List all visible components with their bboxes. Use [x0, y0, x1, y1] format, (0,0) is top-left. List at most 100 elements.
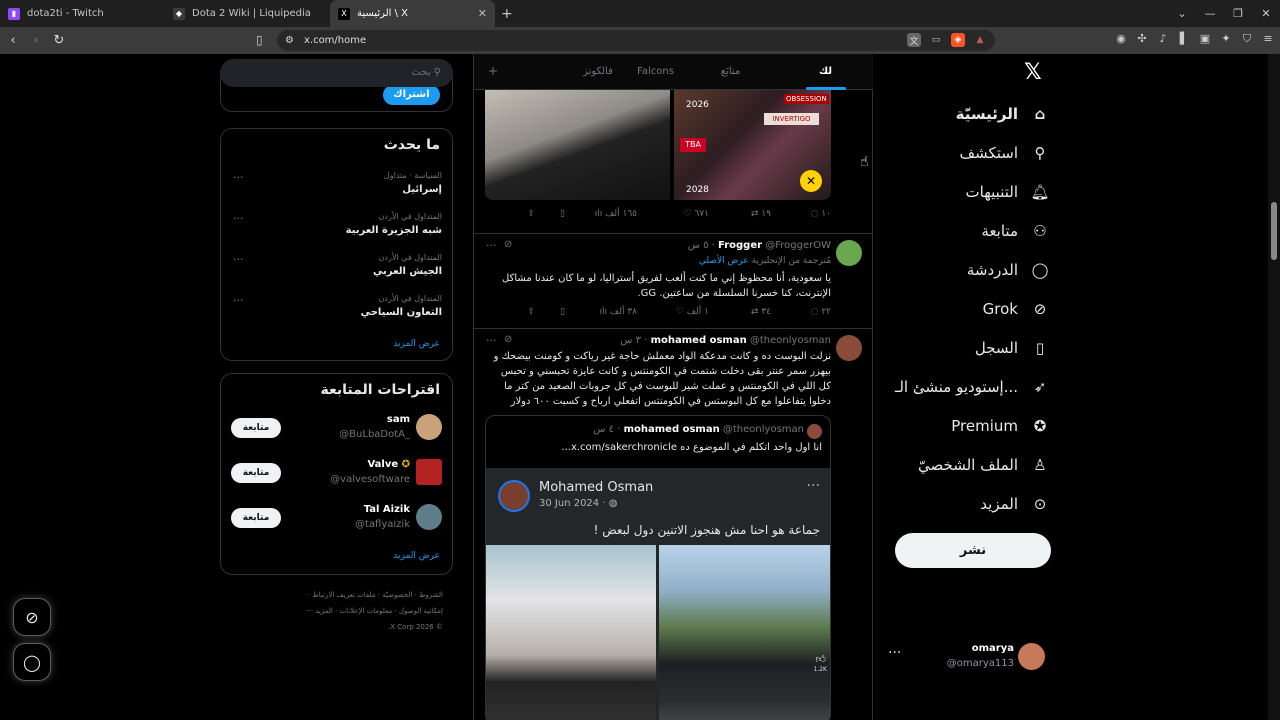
facebook-screenshot[interactable]: Mohamed Osman 30 Jun 2024 · ◍ ··· جماعة …	[486, 468, 830, 720]
more-options-icon[interactable]: ···	[233, 253, 244, 266]
subscribe-button[interactable]: اشتراك	[383, 85, 440, 105]
avatar[interactable]	[836, 240, 862, 266]
post-button[interactable]: نشر	[895, 533, 1051, 568]
views-button[interactable]: ılı ٣٨ ألف	[565, 307, 637, 321]
quoted-post[interactable]: mohamed osman @theonlyosman · ٤ س انا او…	[485, 415, 831, 720]
chat-fab[interactable]: ◯	[13, 643, 51, 681]
trend-item[interactable]: المتداول في الأردن الجيش العربي ···	[221, 253, 454, 293]
page-scrollbar[interactable]	[1268, 54, 1280, 720]
share-icon[interactable]: ⇪	[515, 307, 535, 321]
author-name[interactable]: mohamed osman	[651, 335, 747, 346]
tab-for-you[interactable]: لك	[778, 54, 873, 90]
site-info-icon[interactable]: ⚙	[285, 35, 294, 46]
more-options-icon[interactable]: ···	[233, 171, 244, 184]
browser-tab-x[interactable]: X الرئيسية \ X ✕	[330, 0, 495, 27]
close-window-icon[interactable]: ✕	[1252, 7, 1280, 20]
more-options-icon[interactable]: ···	[233, 212, 244, 225]
footer-link[interactable]: معلومات الإعلانات	[340, 607, 393, 615]
repost-button[interactable]: ⇄ ١٩	[709, 209, 771, 223]
suggest-show-more[interactable]: عرض المزيد	[393, 551, 440, 561]
follow-button[interactable]: متابعة	[231, 463, 281, 483]
restore-icon[interactable]: ❐	[1224, 7, 1252, 20]
footer-link[interactable]: الشروط	[419, 591, 443, 599]
post-image-left[interactable]	[485, 90, 670, 200]
nav-explore[interactable]: استكشف ⚲	[880, 133, 1050, 172]
brave-rewards-icon[interactable]: ▲	[973, 33, 987, 47]
bookmark-icon[interactable]: ▯	[535, 209, 565, 223]
trend-item[interactable]: المتداول في الأردن التعاون السياحي ···	[221, 294, 454, 334]
address-bar[interactable]: ⚙ x.com/home 文 ▭ ◈ ▲	[277, 30, 995, 51]
nav-more[interactable]: المزيد ⊙	[880, 484, 1050, 523]
trend-item[interactable]: السياسة · متداول إسرائيل ···	[221, 171, 454, 211]
avatar[interactable]	[416, 414, 442, 440]
author-name[interactable]: Frogger	[718, 240, 762, 251]
nav-bookmarks[interactable]: السجل ▯	[880, 328, 1050, 367]
translate-icon[interactable]: 文	[907, 33, 921, 47]
tab-falcons-ar[interactable]: فالكونز	[568, 54, 628, 90]
avatar[interactable]	[416, 504, 442, 530]
reply-button[interactable]: ◌ ١٠	[771, 209, 831, 223]
like-button[interactable]: ♡ ٦٧١	[637, 209, 709, 223]
vpn-icon[interactable]: ◉	[1115, 32, 1127, 46]
grok-fab[interactable]: ⊘	[13, 598, 51, 636]
shield-icon[interactable]: ⛉	[1241, 32, 1253, 46]
minimize-icon[interactable]: —	[1196, 7, 1224, 20]
author-handle[interactable]: @theonlyosman	[750, 335, 831, 346]
music-icon[interactable]: ♪	[1157, 32, 1169, 46]
footer-link[interactable]: إمكانية الوصول	[399, 607, 443, 615]
show-original-link[interactable]: عرض الأصلي	[699, 256, 749, 266]
follow-button[interactable]: متابعة	[231, 508, 281, 528]
tab-falcons[interactable]: Falcons	[628, 54, 683, 90]
nav-home[interactable]: الرئيسيّة ⌂	[880, 94, 1050, 133]
grok-icon[interactable]: ⊘	[504, 239, 512, 250]
scrollbar-thumb[interactable]	[1271, 202, 1277, 260]
nav-profile[interactable]: الملف الشخصيّ ♙	[880, 445, 1050, 484]
browser-tab-liquipedia[interactable]: ◆ Dota 2 Wiki | Liquipedia	[165, 0, 330, 27]
post-time[interactable]: ٣ س	[620, 335, 641, 346]
nav-chat[interactable]: الدردشة ◯	[880, 250, 1050, 289]
post-frogger[interactable]: Frogger @FroggerOW · ٥ س ··· ⊘ مُترجمة م…	[474, 234, 873, 329]
post-time[interactable]: ٥ س	[688, 240, 709, 251]
suggestion-item[interactable]: Valve ✪ @valvesoftware متابعة	[221, 459, 454, 499]
share-icon[interactable]: ⇪	[515, 209, 535, 223]
bookmark-icon[interactable]: ▯	[535, 307, 565, 321]
reply-button[interactable]: ◌ ٢٢	[771, 307, 831, 321]
tab-following[interactable]: متابَع	[683, 54, 778, 90]
cast-icon[interactable]: ▭	[929, 33, 943, 47]
new-tab-icon[interactable]: +	[501, 6, 513, 22]
bookmark-page-icon[interactable]: ▯	[256, 33, 263, 47]
repost-button[interactable]: ⇄ ٣٤	[709, 307, 771, 321]
more-options-icon[interactable]: ···	[233, 294, 244, 307]
trend-item[interactable]: المتداول في الأردن شبه الجزيرة العربية ·…	[221, 212, 454, 252]
reload-icon[interactable]: ↻	[49, 33, 69, 48]
footer-link[interactable]: المزيد ···	[306, 607, 333, 615]
extensions-icon[interactable]: ✣	[1136, 32, 1148, 46]
sidebar-toggle-icon[interactable]: ▌	[1178, 32, 1190, 46]
browser-tab-twitch[interactable]: ▮ dota2ti - Twitch	[0, 0, 165, 27]
ai-icon[interactable]: ✦	[1220, 32, 1232, 46]
nav-premium[interactable]: Premium ✪	[880, 406, 1050, 445]
follow-button[interactable]: متابعة	[231, 418, 281, 438]
footer-link[interactable]: ملفات تعريف الارتباط	[312, 591, 375, 599]
nav-notifications[interactable]: التنبيهات 🔔︎	[880, 172, 1050, 211]
search-input[interactable]: ⚲ بحث	[220, 59, 453, 87]
post-image-right[interactable]: OBSESSION 2026 INVERTIGO TBA 2028 ✕	[674, 90, 831, 200]
avatar[interactable]	[416, 459, 442, 485]
wallet-icon[interactable]: ▣	[1199, 32, 1211, 46]
x-logo-icon[interactable]: 𝕏	[1024, 60, 1042, 85]
close-tab-icon[interactable]: ✕	[478, 7, 487, 20]
views-button[interactable]: ılı ١٦٥ ألف	[565, 209, 637, 223]
brave-shield-icon[interactable]: ◈	[951, 33, 965, 47]
more-options-icon[interactable]: ···	[486, 239, 497, 252]
suggestion-item[interactable]: sam @BuLbaDotA_ متابعة	[221, 414, 454, 454]
add-tab-icon[interactable]: +	[488, 64, 498, 78]
back-icon[interactable]: ‹	[3, 33, 23, 48]
chevron-down-icon[interactable]: ⌄	[1168, 7, 1196, 20]
like-button[interactable]: ♡ ١ ألف	[637, 307, 709, 321]
menu-icon[interactable]: ≡	[1262, 32, 1274, 46]
nav-creator-studio[interactable]: إستوديو منشئ الـ... ➶	[880, 367, 1050, 406]
author-handle[interactable]: @FroggerOW	[765, 240, 831, 251]
avatar[interactable]	[836, 335, 862, 361]
grok-icon[interactable]: ⊘	[504, 334, 512, 345]
more-options-icon[interactable]: ···	[486, 334, 497, 347]
